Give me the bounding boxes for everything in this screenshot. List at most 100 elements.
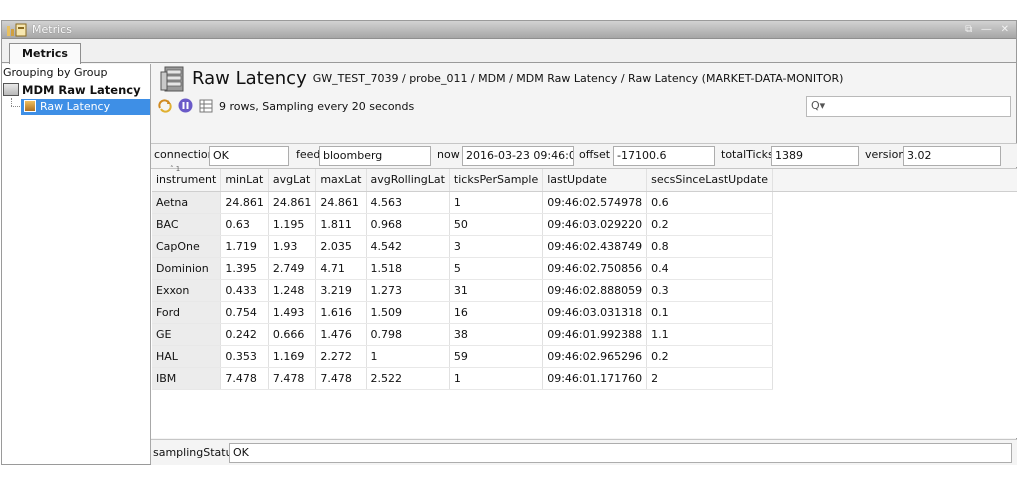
table-cell-maxlat: 2.035 bbox=[315, 235, 367, 258]
table-cell-maxlat: 1.476 bbox=[315, 323, 367, 346]
table-cell-avgrollinglat: 4.542 bbox=[366, 235, 450, 258]
feed-field[interactable]: bloomberg bbox=[319, 146, 431, 166]
table-cell-minlat: 7.478 bbox=[220, 367, 269, 390]
offset-field[interactable]: -17100.6 bbox=[613, 146, 715, 166]
column-header-secssincelastupdate[interactable]: secsSinceLastUpdate bbox=[646, 169, 773, 192]
connection-label: connection bbox=[154, 148, 215, 161]
table-cell-instrument: GE bbox=[152, 323, 222, 346]
table-cell-avglat: 1.248 bbox=[268, 279, 317, 302]
table-cell-instrument: CapOne bbox=[152, 235, 222, 258]
fields-row: connection OK feed bloomberg now 2016-03… bbox=[151, 143, 1017, 167]
column-header-minlat[interactable]: minLat bbox=[220, 169, 269, 192]
metric-icon bbox=[24, 100, 36, 112]
table-row[interactable]: BAC 0.63 1.195 1.811 0.968 50 09:46:03.029220 0… bbox=[152, 213, 773, 236]
table-cell-avglat: 0.666 bbox=[268, 323, 317, 346]
table-row[interactable]: Dominion 1.395 2.749 4.71 1.518 5 09:46:02.750… bbox=[152, 257, 773, 280]
table-cell-secssincelastupdate: 0.2 bbox=[646, 345, 773, 368]
metrics-table: ˄ 1 instrument minLat avgLat maxLat avgRo… bbox=[152, 165, 773, 390]
table-cell-minlat: 1.719 bbox=[220, 235, 269, 258]
table-header-row: ˄ 1 instrument minLat avgLat maxLat avgRo… bbox=[152, 165, 773, 192]
column-header-lastupdate[interactable]: lastUpdate bbox=[542, 169, 648, 192]
table-cell-avglat: 24.861 bbox=[268, 191, 317, 214]
table-cell-lastupdate: 09:46:03.031318 bbox=[542, 301, 648, 324]
table-cell-minlat: 1.395 bbox=[220, 257, 269, 280]
total-ticks-field[interactable]: 1389 bbox=[771, 146, 859, 166]
table-cell-minlat: 0.433 bbox=[220, 279, 269, 302]
table-cell-tickspersample: 16 bbox=[449, 301, 544, 324]
page-title-row: Raw Latency GW_TEST_7039 / probe_011 / MD… bbox=[192, 67, 843, 91]
database-server-icon bbox=[160, 66, 184, 92]
table-cell-secssincelastupdate: 1.1 bbox=[646, 323, 773, 346]
now-field[interactable]: 2016-03-23 09:46:03 bbox=[462, 146, 574, 166]
tab-strip: Metrics bbox=[2, 39, 1016, 64]
page-title: Raw Latency bbox=[192, 68, 307, 89]
table-cell-lastupdate: 09:46:02.438749 bbox=[542, 235, 648, 258]
column-header-tickspersample[interactable]: ticksPerSample bbox=[449, 169, 544, 192]
table-cell-lastupdate: 09:46:02.888059 bbox=[542, 279, 648, 302]
table-cell-tickspersample: 1 bbox=[449, 191, 544, 214]
table-cell-lastupdate: 09:46:02.750856 bbox=[542, 257, 648, 280]
column-header-instrument[interactable]: ˄ 1 instrument bbox=[152, 165, 222, 192]
table-cell-minlat: 0.754 bbox=[220, 301, 269, 324]
table-row[interactable]: Ford 0.754 1.493 1.616 1.509 16 09:46:03.03131… bbox=[152, 301, 773, 324]
feed-label: feed bbox=[296, 148, 321, 161]
table-cell-avglat: 1.93 bbox=[268, 235, 317, 258]
column-header-avgrollinglat[interactable]: avgRollingLat bbox=[366, 169, 450, 192]
tree-connector bbox=[11, 98, 12, 106]
metrics-app-icon bbox=[7, 23, 27, 37]
table-row[interactable]: HAL 0.353 1.169 2.272 1 59 09:46:02.965296 0.2 bbox=[152, 345, 773, 368]
search-input[interactable]: Q▾ bbox=[806, 96, 1011, 117]
table-cell-avglat: 1.169 bbox=[268, 345, 317, 368]
offset-label: offset bbox=[579, 148, 611, 161]
table-cell-instrument: Ford bbox=[152, 301, 222, 324]
table-cell-maxlat: 2.272 bbox=[315, 345, 367, 368]
tree-node-label: Raw Latency bbox=[40, 100, 111, 113]
table-cell-maxlat: 3.219 bbox=[315, 279, 367, 302]
table-cell-secssincelastupdate: 0.2 bbox=[646, 213, 773, 236]
column-header-maxlat[interactable]: maxLat bbox=[315, 169, 367, 192]
table-cell-avglat: 1.195 bbox=[268, 213, 317, 236]
table-cell-secssincelastupdate: 0.3 bbox=[646, 279, 773, 302]
table-cell-minlat: 0.353 bbox=[220, 345, 269, 368]
table-row[interactable]: Aetna 24.861 24.861 24.861 4.563 1 09:46:02.57… bbox=[152, 191, 773, 214]
tab-metrics[interactable]: Metrics bbox=[9, 43, 81, 64]
table-row[interactable]: GE 0.242 0.666 1.476 0.798 38 09:46:01.992388 1… bbox=[152, 323, 773, 346]
table-row[interactable]: CapOne 1.719 1.93 2.035 4.542 3 09:46:02.43874… bbox=[152, 235, 773, 258]
sampling-status-field[interactable]: OK bbox=[229, 443, 1012, 463]
table-cell-maxlat: 1.616 bbox=[315, 301, 367, 324]
tree-node-mdm-raw-latency[interactable]: MDM Raw Latency bbox=[3, 82, 141, 98]
table-cell-avglat: 7.478 bbox=[268, 367, 317, 390]
table-cell-lastupdate: 09:46:02.965296 bbox=[542, 345, 648, 368]
version-field[interactable]: 3.02 bbox=[903, 146, 1001, 166]
table-cell-avgrollinglat: 1.273 bbox=[366, 279, 450, 302]
version-label: version bbox=[865, 148, 906, 161]
refresh-icon[interactable] bbox=[158, 99, 172, 113]
table-cell-tickspersample: 3 bbox=[449, 235, 544, 258]
table-grid-icon[interactable] bbox=[199, 99, 213, 113]
table-cell-secssincelastupdate: 0.1 bbox=[646, 301, 773, 324]
table-cell-instrument: HAL bbox=[152, 345, 222, 368]
pause-icon[interactable] bbox=[178, 98, 193, 113]
table-cell-secssincelastupdate: 0.4 bbox=[646, 257, 773, 280]
table-cell-avgrollinglat: 1.509 bbox=[366, 301, 450, 324]
now-label: now bbox=[437, 148, 460, 161]
table-cell-instrument: IBM bbox=[152, 367, 222, 390]
connection-field[interactable]: OK bbox=[209, 146, 289, 166]
table-cell-instrument: Aetna bbox=[152, 191, 222, 214]
window-control-buttons[interactable]: ⧉ ― ✕ bbox=[965, 21, 1012, 39]
table-row[interactable]: IBM 7.478 7.478 7.478 2.522 1 09:46:01.171760 2 bbox=[152, 367, 773, 390]
window-titlebar[interactable]: Metrics ⧉ ― ✕ bbox=[2, 21, 1016, 39]
table-cell-maxlat: 1.811 bbox=[315, 213, 367, 236]
column-header-avglat[interactable]: avgLat bbox=[268, 169, 317, 192]
table-cell-lastupdate: 09:46:02.574978 bbox=[542, 191, 648, 214]
table-cell-tickspersample: 5 bbox=[449, 257, 544, 280]
sort-ascending-icon: ˄ 1 bbox=[170, 165, 181, 173]
table-cell-secssincelastupdate: 0.8 bbox=[646, 235, 773, 258]
grouping-label[interactable]: Grouping by Group bbox=[3, 66, 107, 79]
tree-node-raw-latency[interactable]: Raw Latency bbox=[21, 99, 150, 115]
sidebar-tree: Grouping by Group MDM Raw Latency Raw La… bbox=[2, 64, 151, 464]
table-row[interactable]: Exxon 0.433 1.248 3.219 1.273 31 09:46:02.8880… bbox=[152, 279, 773, 302]
table-cell-instrument: Dominion bbox=[152, 257, 222, 280]
toolbar-row: 9 rows, Sampling every 20 seconds bbox=[158, 98, 414, 116]
window-title: Metrics bbox=[32, 23, 72, 36]
